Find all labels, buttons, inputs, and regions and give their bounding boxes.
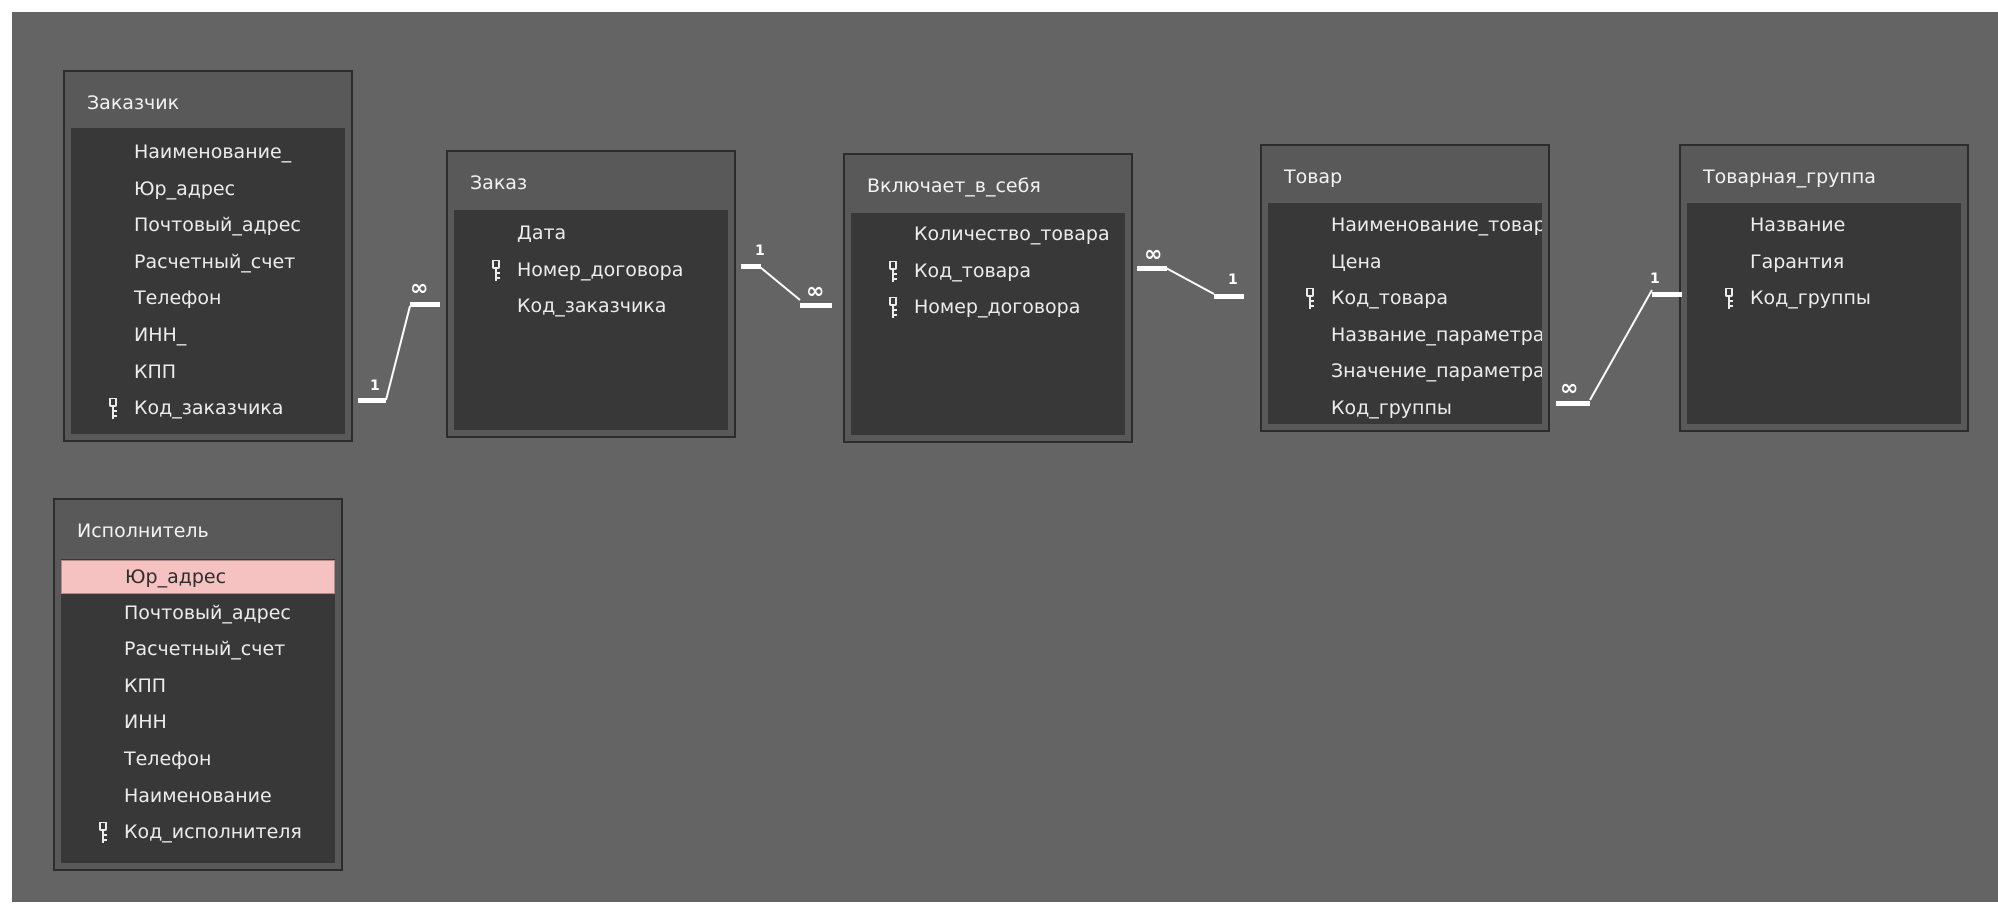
relationship-one-label: 1 (1650, 271, 1660, 287)
relationship-one-label: 1 (370, 378, 380, 394)
relationship-one-label: 1 (755, 243, 765, 259)
relationship-end (410, 302, 440, 307)
relationship-line[interactable] (759, 266, 801, 301)
relationship-many-label: ∞ (1560, 376, 1578, 401)
relationship-line[interactable] (1165, 267, 1215, 295)
relationship-one-label: 1 (1228, 272, 1238, 288)
relationship-end (1214, 294, 1244, 299)
relationship-lines (358, 264, 1682, 406)
relationship-line[interactable] (385, 305, 411, 401)
relationship-end (1556, 401, 1590, 406)
relationship-end (1652, 292, 1682, 297)
relationship-end (358, 398, 386, 403)
relationship-many-label: ∞ (1144, 242, 1162, 267)
relationship-end (741, 264, 761, 269)
relationship-line[interactable] (1589, 289, 1653, 401)
relationship-many-label: ∞ (806, 279, 824, 304)
relationship-many-label: ∞ (410, 276, 428, 301)
